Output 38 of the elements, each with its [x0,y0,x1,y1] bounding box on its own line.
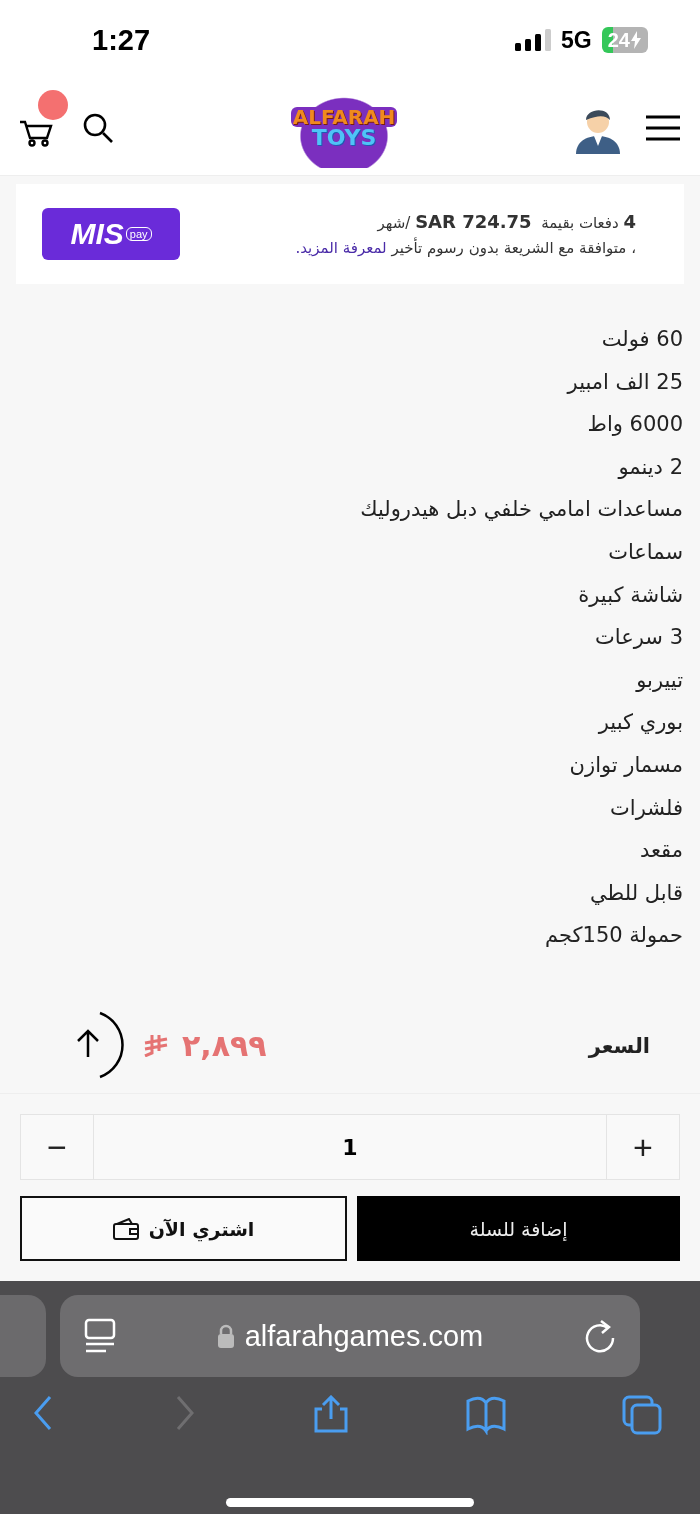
wallet-icon [112,1217,139,1240]
feature-text: حمولة 150كجم [545,923,683,948]
feature-text: 60 فولت [601,327,683,351]
lock-icon [216,1324,235,1348]
feature-text: مساعدات امامي خلفي دبل هيدروليك [360,497,683,522]
add-to-cart-button[interactable]: إضافة للسلة [357,1196,680,1261]
learn-more-link[interactable]: لمعرفة المزيد. [295,239,387,258]
feature-text: 3 سرعات [595,625,683,650]
riyal-currency-icon [144,1034,168,1057]
menu-icon[interactable] [646,113,680,142]
reload-icon[interactable] [584,1319,616,1353]
feature-text: تييربو [636,667,683,692]
feature-text: سماعات [608,539,683,564]
url-text: alfarahgames.com [244,1319,484,1353]
buy-now-button[interactable]: اشتري الآن [20,1196,347,1261]
cart-icon[interactable] [18,119,54,148]
installment-note: ، متوافقة مع الشريعة بدون رسوم تأخير لمعرفة المزيد. [295,236,636,260]
feature-text: شاشة كبيرة [578,582,683,607]
tabs-icon[interactable] [622,1395,662,1435]
book-icon[interactable] [466,1395,506,1435]
reader-icon[interactable] [84,1318,116,1354]
network-label: 5G [561,26,592,54]
feature-text: مقعد [639,838,683,863]
feature-text: 25 الف امبير [567,369,683,394]
search-icon[interactable] [82,111,114,144]
feature-text: مسمار توازن [569,752,683,777]
signal-icon [515,29,552,51]
payment-logo: MIS $^{pay}$ [42,208,180,260]
feature-text: بوري كبير [598,710,683,735]
price-label: السعر [588,1033,650,1058]
feature-text: 2 دينمو [618,454,683,479]
feature-text: قابل للطي [590,880,683,905]
product-price: ٢,٨٩٩ [182,1028,267,1063]
address-bar[interactable]: alfarahgames.com [60,1295,640,1377]
feature-text: فلشرات [610,795,683,820]
clock: 1:27 [92,23,151,57]
feature-text: 6000 واط [587,412,683,437]
share-icon[interactable] [312,1395,350,1435]
